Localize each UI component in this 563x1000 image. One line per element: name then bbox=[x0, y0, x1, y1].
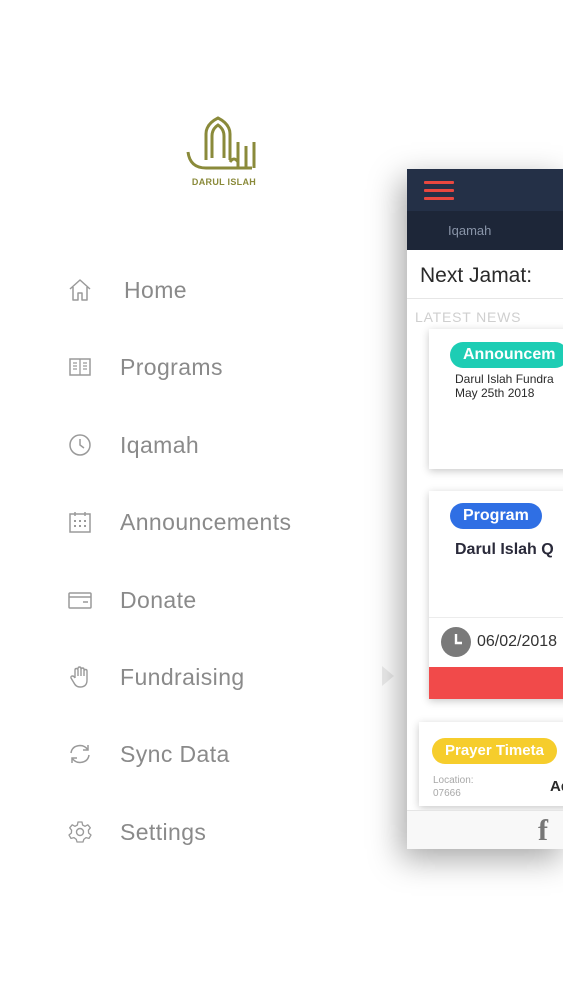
menu-item-label: Sync Data bbox=[120, 740, 230, 767]
menu-item-programs[interactable]: Programs bbox=[64, 347, 223, 387]
program-badge: Program bbox=[450, 503, 542, 529]
tab-iqamah[interactable]: Iqamah bbox=[448, 223, 491, 238]
prayer-timetable-card[interactable]: Prayer Timeta Location: 07666 Ad bbox=[419, 722, 563, 806]
hand-icon bbox=[64, 661, 96, 693]
menu-item-label: Announcements bbox=[120, 508, 292, 535]
next-jamat-label: Next Jamat: bbox=[420, 264, 533, 287]
divider bbox=[407, 298, 563, 299]
menu-item-home[interactable]: Home bbox=[64, 270, 187, 310]
location-info: Location: 07666 bbox=[433, 775, 474, 799]
program-title: Darul Islah Q bbox=[455, 541, 554, 558]
sync-icon bbox=[64, 738, 96, 770]
book-icon bbox=[64, 351, 96, 383]
menu-item-settings[interactable]: Settings bbox=[64, 812, 206, 852]
calendar-icon bbox=[64, 506, 96, 538]
wallet-icon bbox=[64, 584, 96, 616]
hamburger-menu-icon[interactable] bbox=[424, 178, 454, 202]
program-action-bar[interactable] bbox=[429, 667, 563, 699]
menu-item-label: Home bbox=[124, 276, 187, 303]
home-icon bbox=[64, 274, 96, 306]
menu-item-iqamah[interactable]: Iqamah bbox=[64, 425, 199, 465]
announcement-badge: Announcem bbox=[450, 342, 563, 368]
bottom-bar: f bbox=[407, 810, 563, 849]
menu-item-label: Iqamah bbox=[120, 431, 200, 458]
clock-icon bbox=[64, 429, 96, 461]
facebook-icon[interactable]: f bbox=[538, 814, 548, 848]
gear-icon bbox=[64, 816, 96, 848]
announcement-card[interactable]: Announcem Darul Islah Fundra May 25th 20… bbox=[429, 329, 563, 469]
menu-item-label: Fundraising bbox=[120, 663, 245, 690]
menu-item-label: Settings bbox=[120, 818, 207, 845]
latest-news-heading: LATEST NEWS bbox=[415, 309, 522, 325]
menu-item-donate[interactable]: Donate bbox=[64, 580, 197, 620]
app-bar bbox=[407, 169, 563, 211]
prayer-value: Ad bbox=[550, 778, 563, 795]
prayer-timetable-badge: Prayer Timeta bbox=[432, 738, 557, 764]
drawer-pointer bbox=[382, 666, 394, 686]
announcement-title: Darul Islah Fundra May 25th 2018 bbox=[455, 372, 554, 400]
menu-item-label: Programs bbox=[120, 353, 223, 380]
program-card[interactable]: Program Darul Islah Q 06/02/2018 bbox=[429, 491, 563, 699]
menu-item-announcements[interactable]: Announcements bbox=[64, 502, 291, 542]
logo-caption: DARUL ISLAH bbox=[191, 177, 257, 187]
menu-item-sync-data[interactable]: Sync Data bbox=[64, 734, 230, 774]
card-divider bbox=[429, 617, 563, 618]
app-screen-preview[interactable]: Iqamah Next Jamat: LATEST NEWS Announcem… bbox=[407, 169, 563, 849]
program-date: 06/02/2018 bbox=[477, 633, 558, 650]
menu-item-label: Donate bbox=[120, 586, 197, 613]
menu-item-fundraising[interactable]: Fundraising bbox=[64, 657, 245, 697]
clock-icon bbox=[441, 627, 471, 657]
